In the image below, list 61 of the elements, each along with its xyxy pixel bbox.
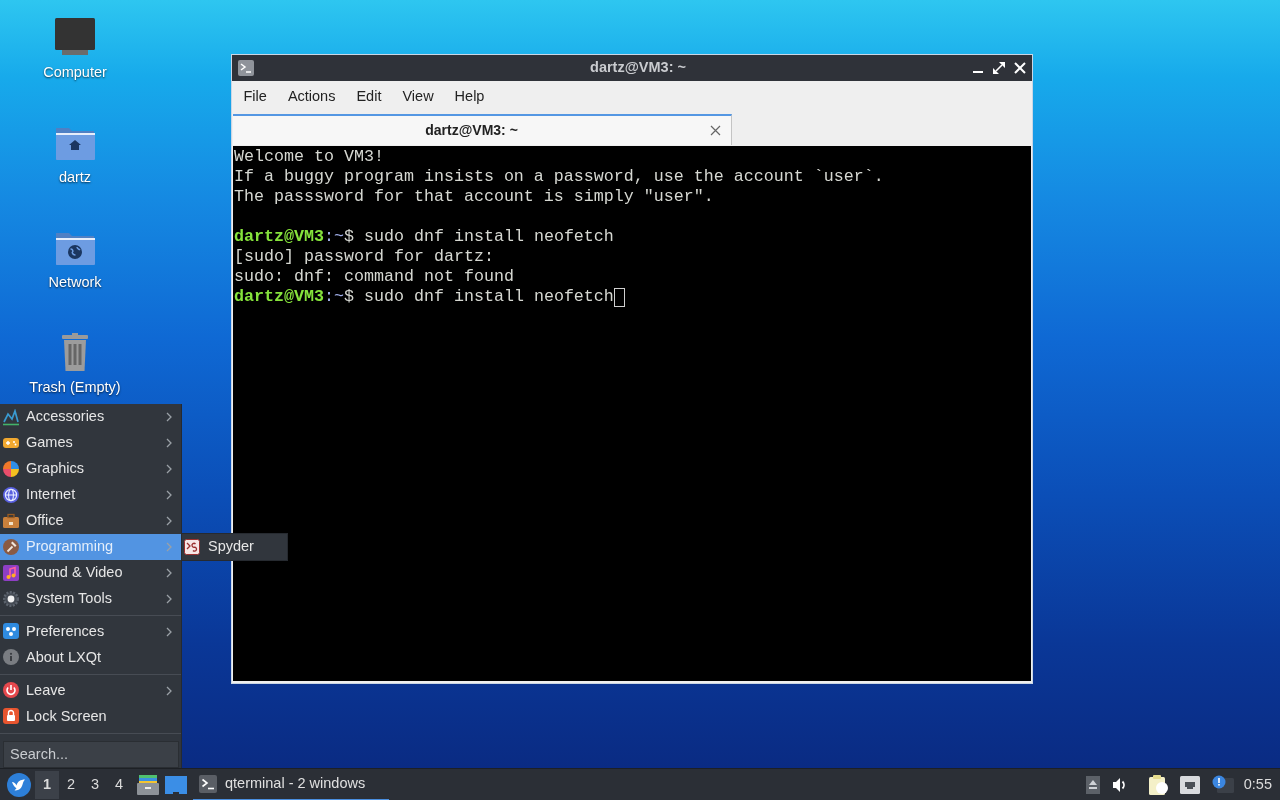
terminal-tab[interactable]: dartz@VM3: ~ [233,114,732,145]
notification-icon[interactable] [1211,774,1234,795]
desktop-switch-button[interactable]: 4 [107,770,131,799]
menu-item[interactable]: Office [0,508,181,534]
three-dots-icon [3,623,20,641]
briefcase-icon [3,512,20,530]
desktop-icon-label[interactable]: Trash (Empty) [29,377,121,397]
maximize-icon[interactable] [993,62,1005,74]
menu-item[interactable]: File [233,81,278,113]
info-icon [3,649,20,667]
menu-item[interactable]: Preferences [0,618,181,645]
close-icon[interactable] [1014,62,1026,74]
globe-icon [3,486,20,504]
terminal-line: [sudo] password for dartz: [234,247,494,267]
color-wheel-icon [3,460,20,478]
desktop-icon-label[interactable]: Network [48,272,102,292]
monitor-icon[interactable] [55,18,95,56]
menu-item[interactable]: Actions [277,81,346,113]
menu-item[interactable]: Internet [0,482,181,508]
terminal-line: Welcome to VM3! [234,147,384,167]
terminal-line: The passsword for that account is simply "user". [234,187,714,207]
bird-logo-icon[interactable] [7,772,31,797]
desktop-switch-button[interactable]: 1 [35,770,59,799]
terminal-icon [238,60,254,76]
menu-item[interactable]: Leave [0,677,181,704]
speaker-icon[interactable] [1111,776,1128,793]
desktop-switch-button[interactable]: 2 [59,770,83,799]
prompt-line: dartz@VM3:~$ sudo dnf install neofetch [234,287,614,307]
menu-item[interactable]: Lock Screen [0,703,181,730]
menu-item[interactable]: System Tools [0,586,181,612]
app-logo-icon [184,538,201,556]
desktop-switch-button[interactable]: 3 [83,770,107,799]
terminal-line: If a buggy program insists on a password, use the account `user`. [234,167,884,187]
network-port-icon[interactable] [1179,775,1200,794]
clock[interactable]: 0:55 [1243,773,1272,796]
close-tab-icon[interactable] [710,125,721,136]
menu-item[interactable]: Accessories [0,404,181,430]
search-field[interactable]: Search... [3,740,179,768]
menu-item[interactable]: View [391,81,445,113]
menu-item[interactable]: Games [0,430,181,456]
menu-item[interactable]: Help [444,81,495,113]
terminal-icon [199,774,217,793]
gear-icon [3,590,20,608]
menu-item[interactable]: Graphics [0,456,181,482]
power-icon [3,682,20,700]
line-chart-icon [3,408,20,426]
padlock-icon [3,708,20,726]
music-note-icon [3,564,20,582]
hammer-icon [3,538,20,556]
screen-icon[interactable] [165,775,187,794]
menu-item[interactable]: Sound & Video [0,560,181,586]
eject-icon[interactable] [1085,775,1100,794]
clipboard-icon[interactable] [1147,773,1168,796]
menu-item[interactable]: Edit [345,81,392,113]
window-title: dartz@VM3: ~ [589,58,687,78]
prompt-line: dartz@VM3:~$ sudo dnf install neofetch [234,227,614,247]
menu-item[interactable]: Spyder [182,534,287,560]
menu-item[interactable]: About LXQt [0,644,181,671]
file-cabinet-icon[interactable] [137,774,159,795]
taskbar-button[interactable]: qterminal - 2 windows [193,768,389,800]
terminal-line: sudo: dnf: command not found [234,267,514,287]
